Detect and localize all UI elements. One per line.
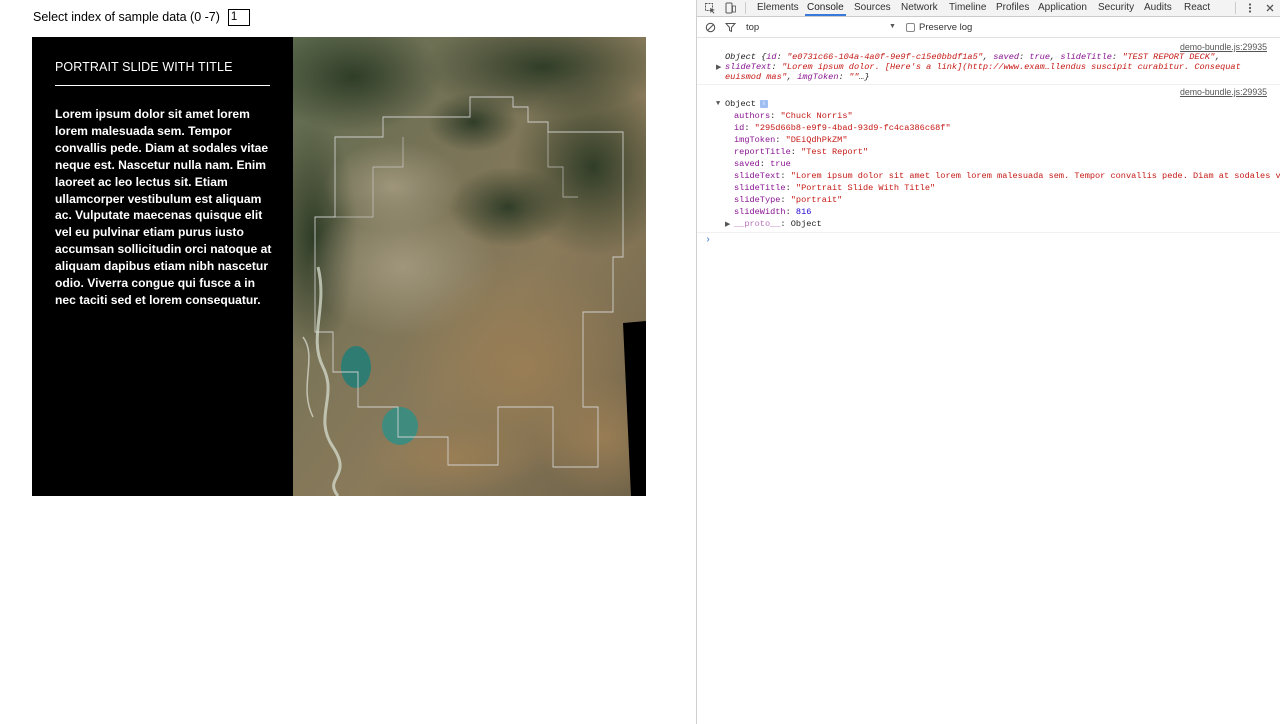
device-toolbar-icon[interactable] (721, 0, 739, 16)
slide-title-divider (55, 85, 270, 86)
object-property-row: slideTitle: "Portrait Slide With Title" (734, 183, 936, 193)
tab-timeline[interactable]: Timeline (947, 0, 988, 16)
app-page: Select index of sample data (0 -7) PORTR… (0, 0, 696, 724)
console-prompt[interactable]: › (705, 235, 711, 246)
object-property-row: id: "295d66b8-e9f9-4bad-93d9-fc4ca386c68… (734, 123, 951, 133)
object-property-row: reportTitle: "Test Report" (734, 147, 869, 157)
object-property-row: slideWidth: 816 (734, 207, 812, 217)
devtools-tab-bar: Elements Console Sources Network Timelin… (697, 0, 1280, 17)
tab-console[interactable]: Console (805, 0, 846, 16)
more-options-icon[interactable] (1241, 0, 1259, 16)
object-property-row: imgToken: "DEiQdhPkZM" (734, 135, 848, 145)
tab-application[interactable]: Application (1036, 0, 1089, 16)
slide-body-text: Lorem ipsum dolor sit amet lorem lorem m… (55, 107, 272, 307)
console-message: demo-bundle.js:29935 Object {id: "e0731c… (697, 38, 1280, 85)
expand-triangle-icon[interactable]: ▶ (716, 63, 721, 72)
tab-elements[interactable]: Elements (755, 0, 801, 16)
sample-index-input[interactable] (227, 8, 250, 26)
expanded-object-header[interactable]: Object i (725, 98, 768, 110)
object-property-row: slideText: "Lorem ipsum dolor sit amet l… (734, 171, 1280, 181)
tab-profiles[interactable]: Profiles (994, 0, 1031, 16)
close-icon[interactable] (1261, 0, 1279, 16)
tab-security[interactable]: Security (1096, 0, 1136, 16)
satellite-map-image (263, 37, 646, 496)
tab-separator (745, 2, 746, 14)
slide-title: PORTRAIT SLIDE WITH TITLE (55, 60, 233, 74)
slide-text-column: PORTRAIT SLIDE WITH TITLE Lorem ipsum do… (32, 37, 293, 496)
object-property-row: slideType: "portrait" (734, 195, 843, 205)
proto-property-row[interactable]: __proto__: Object (734, 218, 822, 230)
tab-network[interactable]: Network (899, 0, 940, 16)
tab-audits[interactable]: Audits (1142, 0, 1174, 16)
tab-sources[interactable]: Sources (852, 0, 893, 16)
object-property-row: authors: "Chuck Norris" (734, 111, 853, 121)
expand-triangle-icon[interactable]: ▶ (725, 220, 730, 229)
inspect-element-icon[interactable] (701, 0, 719, 16)
console-toolbar: top ▼ Preserve log (697, 17, 1280, 38)
tab-react[interactable]: React (1182, 0, 1212, 16)
message-source-link[interactable]: demo-bundle.js:29935 (1180, 87, 1267, 97)
preserve-log-checkbox[interactable] (906, 23, 915, 32)
collapsed-object-line-3: euismod mas", imgToken: ""…} (725, 72, 870, 82)
preserve-log-label: Preserve log (919, 22, 973, 33)
tab-separator (1235, 2, 1236, 14)
collapse-triangle-icon[interactable]: ▼ (716, 100, 720, 108)
clear-console-icon[interactable] (701, 19, 719, 35)
console-output: demo-bundle.js:29935 Object {id: "e0731c… (697, 38, 1280, 246)
object-property-row: saved: true (734, 159, 791, 169)
context-dropdown-icon[interactable]: ▼ (889, 23, 896, 30)
info-icon: i (759, 99, 768, 108)
portrait-slide: PORTRAIT SLIDE WITH TITLE Lorem ipsum do… (32, 37, 646, 496)
sample-selector-row: Select index of sample data (0 -7) (33, 8, 250, 26)
context-selector[interactable]: top (746, 22, 759, 33)
devtools-panel: Elements Console Sources Network Timelin… (696, 0, 1280, 724)
filter-icon[interactable] (721, 19, 739, 35)
sample-selector-label: Select index of sample data (0 -7) (33, 10, 220, 24)
console-message: demo-bundle.js:29935 ▼ Object i authors: … (697, 85, 1280, 233)
